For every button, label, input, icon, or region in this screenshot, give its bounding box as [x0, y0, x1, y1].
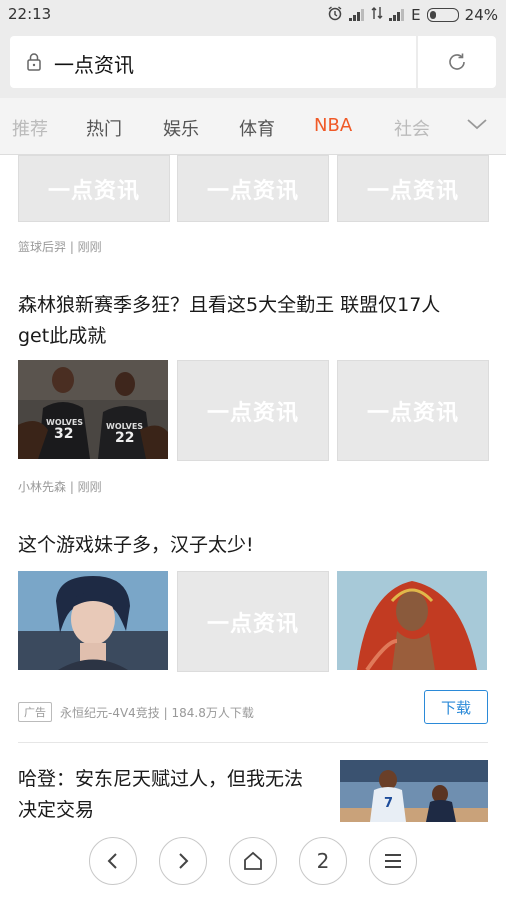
article-photo-game-character[interactable]	[337, 571, 487, 670]
status-icons: E 24%	[327, 5, 498, 25]
address-title: 一点资讯	[54, 53, 134, 77]
alarm-icon	[327, 5, 343, 25]
status-bar: 22:13 E 24%	[0, 0, 506, 28]
image-placeholder[interactable]: 一点资讯	[337, 155, 489, 222]
tab-sports[interactable]: 体育	[239, 115, 275, 141]
lock-icon	[26, 52, 42, 76]
reload-button[interactable]	[418, 36, 496, 88]
image-placeholder[interactable]: 一点资讯	[18, 155, 170, 222]
article-meta: 篮球后羿 | 刚刚	[18, 240, 102, 254]
jersey-number: 7	[384, 796, 394, 811]
tab-nba[interactable]: NBA	[314, 115, 352, 136]
article-title-line: 哈登：安东尼天赋过人，但我无法	[18, 768, 304, 790]
article-photo-basketball[interactable]: 7	[340, 760, 488, 822]
article-title-line: 森林狼新赛季多狂？且看这5大全勤王 联盟仅17人	[18, 294, 441, 316]
home-icon	[244, 851, 262, 870]
browser-toolbar: 一点资讯	[0, 28, 506, 98]
image-placeholder[interactable]: 一点资讯	[177, 360, 329, 461]
home-button[interactable]	[229, 837, 277, 885]
article-meta: 小林先森 | 刚刚	[18, 480, 102, 494]
tabs-count: 2	[316, 849, 330, 873]
forward-button[interactable]	[159, 837, 207, 885]
article-title[interactable]: 这个游戏妹子多，汉子太少!	[18, 530, 488, 561]
article-title-line: 决定交易	[18, 799, 95, 821]
back-button[interactable]	[89, 837, 137, 885]
article-photo-players[interactable]: WOLVES 32 WOLVES 22	[18, 360, 168, 459]
battery-percent: 24%	[464, 6, 498, 24]
chevron-left-icon	[107, 853, 117, 869]
jersey-number: 22	[115, 430, 135, 446]
article-photo-game-girl[interactable]	[18, 571, 168, 670]
image-placeholder[interactable]: 一点资讯	[177, 155, 329, 222]
tabs-button[interactable]: 2	[299, 837, 347, 885]
image-placeholder[interactable]: 一点资讯	[177, 571, 329, 672]
article-title-line: get此成就	[18, 325, 107, 347]
article-title[interactable]: 哈登：安东尼天赋过人，但我无法 决定交易	[18, 764, 328, 826]
ad-meta-row: 广告 永恒纪元-4V4竞技 | 184.8万人下载	[18, 702, 254, 722]
divider	[18, 742, 488, 743]
tab-entertainment[interactable]: 娱乐	[163, 115, 199, 141]
tab-hot[interactable]: 热门	[86, 115, 122, 141]
chevron-down-icon[interactable]	[466, 116, 488, 135]
battery-icon	[426, 8, 459, 22]
ad-meta: 永恒纪元-4V4竞技 | 184.8万人下载	[60, 705, 254, 720]
category-tabs: 推荐 热门 娱乐 体育 NBA 社会	[0, 98, 506, 155]
tab-society[interactable]: 社会	[394, 115, 430, 141]
download-button[interactable]: 下载	[424, 690, 488, 724]
data-transfer-icon	[371, 6, 383, 24]
menu-icon	[385, 854, 401, 868]
article-title[interactable]: 森林狼新赛季多狂？且看这5大全勤王 联盟仅17人 get此成就	[18, 290, 488, 352]
chevron-right-icon	[179, 853, 189, 869]
network-type: E	[411, 6, 421, 24]
image-placeholder[interactable]: 一点资讯	[337, 360, 489, 461]
menu-button[interactable]	[369, 837, 417, 885]
jersey-number: 32	[54, 426, 74, 442]
ad-badge: 广告	[18, 702, 52, 722]
status-time: 22:13	[8, 5, 52, 23]
signal-icon-2	[389, 9, 405, 21]
signal-icon	[349, 9, 365, 21]
reload-icon	[449, 53, 465, 70]
tab-recommend[interactable]: 推荐	[12, 115, 48, 141]
address-bar[interactable]: 一点资讯	[10, 36, 416, 88]
